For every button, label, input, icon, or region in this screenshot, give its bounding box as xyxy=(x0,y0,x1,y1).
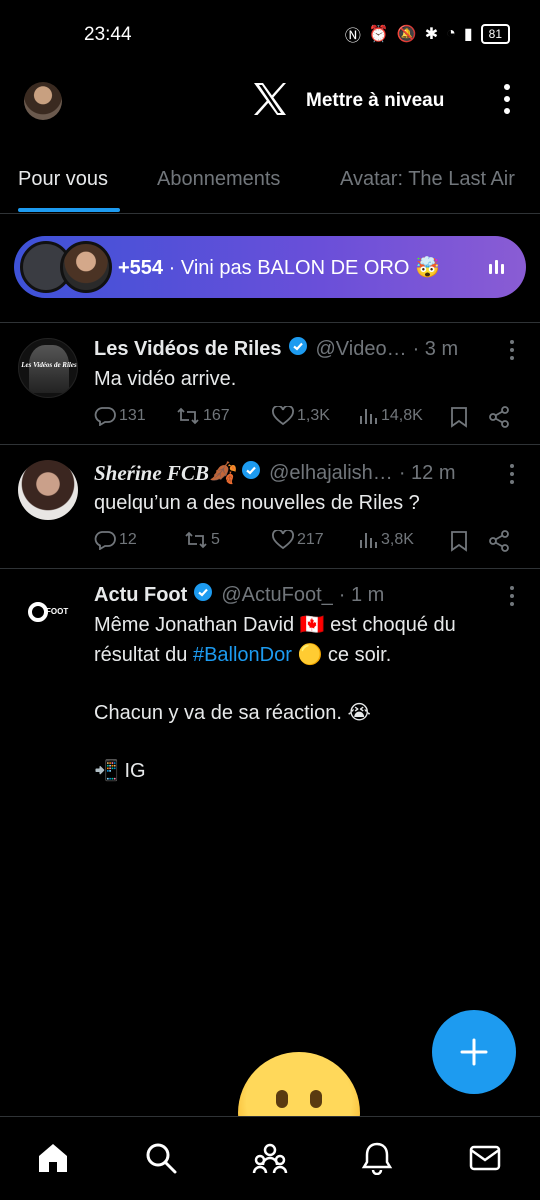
more-vertical-icon[interactable] xyxy=(500,84,514,114)
nav-communities[interactable] xyxy=(252,1141,288,1180)
alarm-icon: ⏰ xyxy=(368,26,389,43)
home-icon xyxy=(39,1144,67,1172)
views-icon xyxy=(360,409,377,424)
author-handle[interactable]: @elhajalish… xyxy=(269,462,393,485)
profile-avatar[interactable] xyxy=(24,82,62,120)
tweet-text: Ma vidéo arrive. xyxy=(94,368,237,390)
upgrade-button[interactable]: Mettre à niveau xyxy=(306,90,444,112)
bookmark-icon xyxy=(451,531,467,552)
reply-icon xyxy=(94,531,116,550)
tab-pour-vous[interactable]: Pour vous xyxy=(18,168,108,191)
audio-bars-icon xyxy=(489,260,504,274)
bluetooth-icon: ✱ xyxy=(424,26,439,43)
battery-indicator: 81 xyxy=(480,24,510,44)
nav-search[interactable] xyxy=(144,1141,178,1180)
tweet-text: Même Jonathan David 🇨🇦 est choqué du rés… xyxy=(94,614,456,782)
tab-abonnements[interactable]: Abonnements xyxy=(157,168,280,191)
tab-avatar-the-last-air[interactable]: Avatar: The Last Air xyxy=(340,168,515,191)
avatar[interactable]: FOOT xyxy=(18,582,78,642)
author-handle[interactable]: @ActuFoot_ xyxy=(221,584,332,607)
x-logo-icon xyxy=(252,82,288,121)
more-vertical-icon[interactable] xyxy=(510,464,514,484)
retweet-icon xyxy=(185,531,207,549)
views-button[interactable]: 3,8K xyxy=(358,530,414,550)
signal-icon: ▮ xyxy=(463,26,473,43)
tweet-text: quelqu’un a des nouvelles de Riles ? xyxy=(94,492,420,514)
more-vertical-icon[interactable] xyxy=(510,586,514,606)
wifi-icon: ◔ xyxy=(446,25,456,42)
tweet-actions: 131 167 1,3K 14,8K xyxy=(94,406,522,430)
divider xyxy=(0,444,540,445)
status-icons: Ⓝ ⏰ 🔕 ✱ ◔ ▮ 81 xyxy=(345,22,510,46)
retweet-button[interactable]: 167 xyxy=(176,406,230,426)
views-button[interactable]: 14,8K xyxy=(358,406,423,426)
like-icon xyxy=(272,530,294,550)
avatar[interactable] xyxy=(18,460,78,520)
avatar-logo-text: Les Vidéos de Riles xyxy=(21,361,77,369)
search-icon xyxy=(146,1143,177,1174)
compose-icon xyxy=(460,1038,488,1066)
bottom-navigation xyxy=(0,1116,540,1200)
retweet-icon xyxy=(177,407,199,425)
notifications-icon xyxy=(361,1142,393,1176)
bookmark-button[interactable] xyxy=(450,406,468,428)
tweet-time: · 3 m xyxy=(412,337,459,360)
tweet-time: · 1 m xyxy=(338,583,385,606)
nfc-icon: Ⓝ xyxy=(344,28,361,45)
app-header: Mettre à niveau xyxy=(0,64,540,140)
like-icon xyxy=(272,406,294,426)
tweet[interactable]: FOOT Actu Foot @ActuFoot_ · 1 m Même Jon… xyxy=(0,582,540,802)
bookmark-button[interactable] xyxy=(450,530,468,552)
author-name[interactable]: Actu Foot xyxy=(94,584,187,607)
share-button[interactable] xyxy=(488,530,510,552)
verified-icon xyxy=(193,582,213,608)
hashtag-link[interactable]: #BallonDor xyxy=(193,644,292,666)
share-icon xyxy=(489,530,509,552)
tweet[interactable]: Les Vidéos de Riles Les Vidéos de Riles … xyxy=(0,336,540,446)
nav-home[interactable] xyxy=(36,1141,70,1180)
nav-messages[interactable] xyxy=(468,1141,502,1180)
space-name: Vini pas BALON DE ORO 🤯 xyxy=(180,257,440,279)
avatar-logo-text: FOOT xyxy=(46,607,69,616)
timeline-tabs: Pour vous Abonnements Avatar: The Last A… xyxy=(0,140,540,214)
divider xyxy=(0,322,540,323)
reply-icon xyxy=(94,407,116,426)
tweet-time: · 12 m xyxy=(398,461,456,484)
verified-icon xyxy=(288,336,308,362)
nav-notifications[interactable] xyxy=(360,1141,394,1180)
space-listener-count: +554 xyxy=(118,257,164,279)
tweet[interactable]: Sheŕine FCB🍂 @elhajalish… · 12 m quelqu’… xyxy=(0,460,540,568)
tweet-header: Sheŕine FCB🍂 @elhajalish… · 12 m xyxy=(94,460,524,486)
reply-button[interactable]: 12 xyxy=(94,530,137,550)
status-bar: 23:44 Ⓝ ⏰ 🔕 ✱ ◔ ▮ 81 xyxy=(0,0,540,64)
tweet-header: Les Vidéos de Riles @Video… · 3 m xyxy=(94,336,524,362)
space-speaker-avatar xyxy=(60,241,112,293)
tweet-header: Actu Foot @ActuFoot_ · 1 m xyxy=(94,582,524,608)
author-name[interactable]: Sheŕine FCB🍂 xyxy=(94,461,235,486)
reply-button[interactable]: 131 xyxy=(94,406,146,426)
more-vertical-icon[interactable] xyxy=(510,340,514,360)
active-tab-indicator xyxy=(18,208,120,212)
divider xyxy=(0,568,540,569)
bookmark-icon xyxy=(451,407,467,428)
like-button[interactable]: 1,3K xyxy=(272,406,330,426)
messages-icon xyxy=(469,1145,501,1171)
author-name[interactable]: Les Vidéos de Riles xyxy=(94,338,282,361)
mute-icon: 🔕 xyxy=(396,26,417,43)
avatar[interactable]: Les Vidéos de Riles xyxy=(18,338,78,398)
verified-icon xyxy=(241,460,261,486)
live-space-banner[interactable]: +554 · Vini pas BALON DE ORO 🤯 xyxy=(14,236,526,298)
author-handle[interactable]: @Video… xyxy=(316,338,407,361)
space-title: +554 · Vini pas BALON DE ORO 🤯 xyxy=(118,257,440,279)
like-button[interactable]: 217 xyxy=(272,530,324,550)
share-button[interactable] xyxy=(488,406,510,428)
status-time: 23:44 xyxy=(84,24,132,45)
retweet-button[interactable]: 5 xyxy=(184,530,220,550)
tweet-actions: 12 5 217 3,8K xyxy=(94,530,522,554)
share-icon xyxy=(489,406,509,428)
compose-button[interactable] xyxy=(432,1010,516,1094)
views-icon xyxy=(360,533,377,548)
communities-icon xyxy=(252,1143,288,1174)
